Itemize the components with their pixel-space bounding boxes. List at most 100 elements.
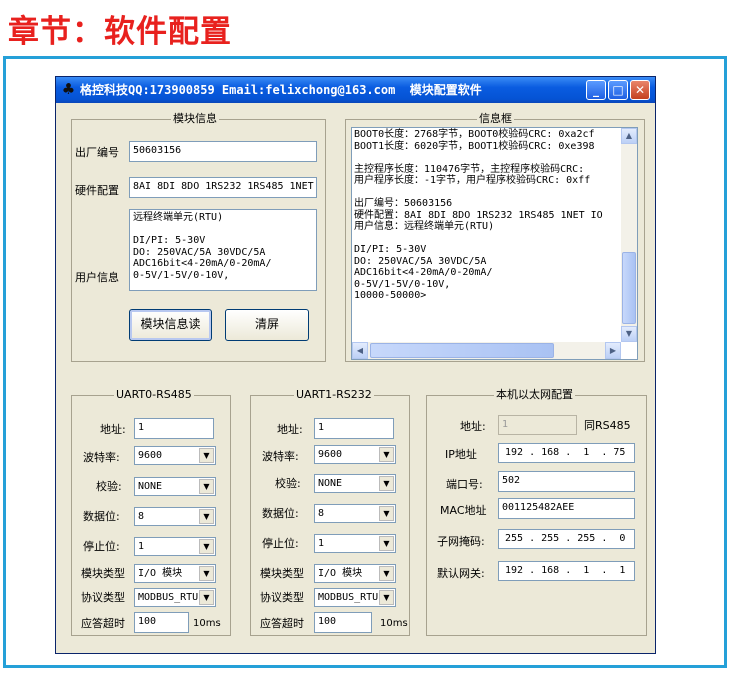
uart1-stopbits-value: 1 (318, 538, 325, 549)
uart0-databits-select[interactable]: 8 ▼ (134, 507, 216, 526)
uart1-parity-label: 校验: (275, 477, 301, 490)
scroll-down-icon[interactable]: ▼ (621, 326, 637, 342)
info-box-horizontal-scrollbar[interactable]: ◀ ▶ (352, 342, 621, 359)
info-box-label: 信息框 (477, 112, 514, 125)
chevron-down-icon[interactable]: ▼ (379, 447, 394, 462)
eth-ip-field[interactable]: 192 . 168 . 1 . 75 (498, 443, 635, 463)
eth-mask-field[interactable]: 255 . 255 . 255 . 0 (498, 529, 635, 549)
page-heading: 章节：软件配置 (8, 14, 232, 50)
uart0-databits-value: 8 (138, 511, 145, 522)
scroll-left-icon[interactable]: ◀ (352, 342, 368, 359)
eth-mac-label: MAC地址 (440, 504, 487, 517)
eth-ip-label: IP地址 (445, 448, 477, 461)
eth-same-as-label: 同RS485 (584, 419, 631, 432)
uart1-module-type-label: 模块类型 (260, 567, 304, 580)
module-info-label: 模块信息 (171, 112, 219, 125)
minimize-button[interactable]: _ (586, 80, 606, 100)
uart1-label: UART1-RS232 (294, 388, 374, 401)
uart1-address-field[interactable]: 1 (314, 418, 394, 439)
user-info-memo[interactable]: 远程终端单元(RTU) DI/PI: 5-30V DO: 250VAC/5A 3… (129, 209, 317, 291)
uart1-baud-label: 波特率: (262, 450, 299, 463)
uart1-protocol-label: 协议类型 (260, 591, 304, 604)
uart1-timeout-field[interactable]: 100 (314, 612, 372, 633)
uart1-protocol-value: MODBUS_RTU (318, 592, 379, 603)
ethernet-label: 本机以太网配置 (494, 388, 575, 401)
chevron-down-icon[interactable]: ▼ (199, 448, 214, 463)
chevron-down-icon[interactable]: ▼ (199, 539, 214, 554)
uart0-stopbits-value: 1 (138, 541, 145, 552)
chevron-down-icon[interactable]: ▼ (199, 509, 214, 524)
uart1-timeout-label: 应答超时 (260, 617, 304, 630)
uart1-stopbits-label: 停止位: (262, 537, 299, 550)
uart1-databits-label: 数据位: (262, 507, 299, 520)
read-module-info-button[interactable]: 模块信息读 (129, 309, 212, 341)
hardware-config-field[interactable]: 8AI 8DI 8DO 1RS232 1RS485 1NET (129, 177, 317, 198)
uart0-module-type-value: I/O 模块 (138, 568, 183, 579)
uart0-baud-value: 9600 (138, 450, 163, 461)
scroll-up-icon[interactable]: ▲ (621, 128, 637, 144)
uart1-module-type-value: I/O 模块 (318, 568, 363, 579)
uart0-baud-label: 波特率: (83, 451, 120, 464)
uart1-address-label: 地址: (277, 423, 303, 436)
chevron-down-icon[interactable]: ▼ (379, 590, 394, 605)
uart0-protocol-value: MODBUS_RTU (138, 592, 199, 603)
info-box-vertical-scrollbar[interactable]: ▲ ▼ (621, 128, 637, 342)
eth-gateway-field[interactable]: 192 . 168 . 1 . 1 (498, 561, 635, 581)
eth-address-label: 地址: (460, 420, 486, 433)
uart0-module-type-select[interactable]: I/O 模块 ▼ (134, 564, 216, 583)
chevron-down-icon[interactable]: ▼ (199, 566, 214, 581)
uart0-address-label: 地址: (100, 423, 126, 436)
info-box-text[interactable]: BOOT0长度：2768字节，BOOT0校验码CRC: 0xa2cf BOOT1… (352, 128, 621, 341)
info-box-panel: BOOT0长度：2768字节，BOOT0校验码CRC: 0xa2cf BOOT1… (351, 127, 638, 360)
chevron-down-icon[interactable]: ▼ (379, 506, 394, 521)
eth-address-field: 1 (498, 415, 577, 435)
uart1-baud-value: 9600 (318, 449, 343, 460)
uart0-stopbits-select[interactable]: 1 ▼ (134, 537, 216, 556)
scroll-right-icon[interactable]: ▶ (605, 342, 621, 359)
app-window: ♣ 格控科技QQ:173900859 Email:felixchong@163.… (55, 76, 656, 654)
uart0-module-type-label: 模块类型 (81, 567, 125, 580)
clear-screen-button[interactable]: 清屏 (225, 309, 309, 341)
uart1-protocol-select[interactable]: MODBUS_RTU ▼ (314, 588, 396, 607)
title-bar[interactable]: ♣ 格控科技QQ:173900859 Email:felixchong@163.… (56, 77, 655, 103)
uart0-parity-label: 校验: (96, 480, 122, 493)
uart1-stopbits-select[interactable]: 1 ▼ (314, 534, 396, 553)
uart1-databits-value: 8 (318, 508, 325, 519)
uart0-timeout-label: 应答超时 (81, 617, 125, 630)
chevron-down-icon[interactable]: ▼ (379, 566, 394, 581)
chevron-down-icon[interactable]: ▼ (199, 479, 214, 494)
close-button[interactable]: ✕ (630, 80, 650, 100)
horizontal-scroll-thumb[interactable] (370, 343, 554, 358)
eth-port-label: 端口号: (446, 478, 483, 491)
uart1-module-type-select[interactable]: I/O 模块 ▼ (314, 564, 396, 583)
vertical-scroll-thumb[interactable] (622, 252, 636, 324)
serial-number-field[interactable]: 50603156 (129, 141, 317, 162)
eth-gateway-label: 默认网关: (437, 567, 485, 580)
uart0-databits-label: 数据位: (83, 510, 120, 523)
app-icon: ♣ (61, 80, 76, 98)
uart0-timeout-unit: 10ms (193, 618, 221, 629)
chevron-down-icon[interactable]: ▼ (379, 476, 394, 491)
uart0-baud-select[interactable]: 9600 ▼ (134, 446, 216, 465)
uart1-databits-select[interactable]: 8 ▼ (314, 504, 396, 523)
eth-mac-field[interactable]: 001125482AEE (498, 498, 635, 519)
uart1-parity-value: NONE (318, 478, 343, 489)
window-title: 格控科技QQ:173900859 Email:felixchong@163.co… (80, 83, 482, 97)
chevron-down-icon[interactable]: ▼ (379, 536, 394, 551)
uart0-parity-select[interactable]: NONE ▼ (134, 477, 216, 496)
serial-number-label: 出厂编号 (75, 146, 119, 159)
uart0-label: UART0-RS485 (114, 388, 194, 401)
uart1-baud-select[interactable]: 9600 ▼ (314, 445, 396, 464)
uart0-protocol-label: 协议类型 (81, 591, 125, 604)
uart0-timeout-field[interactable]: 100 (134, 612, 189, 633)
chevron-down-icon[interactable]: ▼ (199, 590, 214, 605)
uart0-protocol-select[interactable]: MODBUS_RTU ▼ (134, 588, 216, 607)
uart1-parity-select[interactable]: NONE ▼ (314, 474, 396, 493)
eth-port-field[interactable]: 502 (498, 471, 635, 492)
uart0-stopbits-label: 停止位: (83, 540, 120, 553)
hardware-config-label: 硬件配置 (75, 184, 119, 197)
maximize-button[interactable]: □ (608, 80, 628, 100)
uart1-timeout-unit: 10ms (380, 618, 408, 629)
uart0-address-field[interactable]: 1 (134, 418, 214, 439)
uart0-parity-value: NONE (138, 481, 163, 492)
